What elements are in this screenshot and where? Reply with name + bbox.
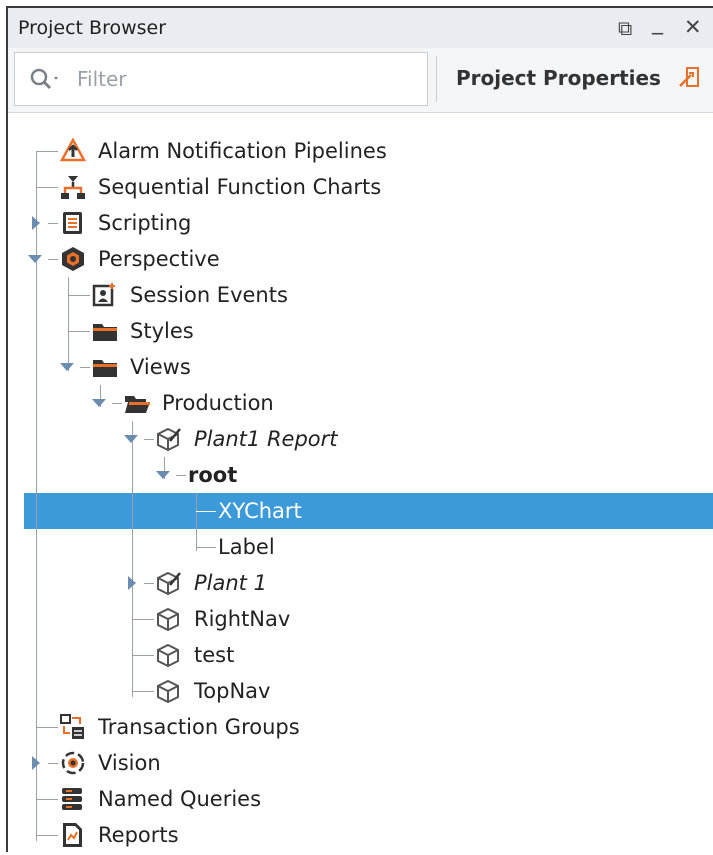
- tree-item-perspective[interactable]: Perspective: [98, 242, 220, 276]
- panel-titlebar: Project Browser ⧉ _ ✕: [8, 8, 713, 48]
- close-icon[interactable]: ✕: [684, 15, 702, 39]
- tree-line: [68, 295, 90, 296]
- expand-arrow-icon[interactable]: [128, 576, 136, 590]
- tree-line: [144, 439, 154, 440]
- tree-item-scripting[interactable]: Scripting: [98, 206, 191, 240]
- transaction-groups-icon: [60, 714, 84, 739]
- toolbar-divider: [436, 56, 437, 102]
- tree-line: [68, 331, 90, 332]
- filter-input[interactable]: Filter: [14, 52, 428, 106]
- view-edited-icon: [157, 427, 181, 452]
- view-edited-icon: [157, 571, 181, 596]
- tree-item-session-events[interactable]: Session Events: [130, 278, 288, 312]
- folder-icon: [93, 324, 117, 341]
- tree-line: [132, 691, 154, 692]
- panel-title: Project Browser: [18, 17, 167, 39]
- tree-line: [48, 223, 58, 224]
- collapse-arrow-icon[interactable]: [28, 255, 42, 263]
- tree-item-alarm-notification-pipelines[interactable]: Alarm Notification Pipelines: [98, 134, 387, 168]
- scripting-icon: [63, 212, 82, 234]
- tree-line: [68, 277, 69, 371]
- search-icon[interactable]: [29, 66, 63, 92]
- tree-item-label[interactable]: Label: [218, 530, 275, 564]
- expand-arrow-icon[interactable]: [32, 216, 40, 230]
- perspective-icon: [62, 247, 84, 271]
- reports-icon: [63, 823, 82, 847]
- collapse-arrow-icon[interactable]: [156, 471, 170, 479]
- project-properties-icon[interactable]: [678, 66, 702, 90]
- vision-icon: [61, 751, 85, 775]
- folder-icon: [93, 360, 117, 377]
- tree-line: [196, 547, 216, 548]
- view-icon: [157, 643, 179, 668]
- tree-line: [132, 655, 154, 656]
- panel-toolbar: Filter Project Properties: [8, 48, 713, 112]
- tree-item-plant1-report[interactable]: Plant1 Report: [194, 422, 338, 456]
- tree-line: [80, 367, 90, 368]
- project-properties-button[interactable]: Project Properties: [456, 66, 661, 90]
- tree-item-transaction-groups[interactable]: Transaction Groups: [98, 710, 300, 744]
- tree-line: [48, 259, 58, 260]
- tree-item-named-queries[interactable]: Named Queries: [98, 782, 261, 816]
- view-icon: [157, 607, 179, 632]
- tree-line: [48, 763, 58, 764]
- tree-item-sequential-function-charts[interactable]: Sequential Function Charts: [98, 170, 381, 204]
- tree-line: [144, 583, 154, 584]
- tree-item-topnav[interactable]: TopNav: [194, 674, 270, 708]
- tree-line: [112, 403, 122, 404]
- named-queries-icon: [62, 788, 82, 810]
- restore-icon[interactable]: ⧉: [618, 16, 632, 40]
- tree-item-reports[interactable]: Reports: [98, 818, 179, 852]
- expand-arrow-icon[interactable]: [32, 756, 40, 770]
- project-browser-panel: Project Browser ⧉ _ ✕ Filter Project Pro…: [6, 6, 713, 855]
- folder-open-icon: [125, 396, 150, 413]
- tree-item-vision[interactable]: Vision: [98, 746, 161, 780]
- tree-item-views[interactable]: Views: [130, 350, 191, 384]
- tree-item-xychart[interactable]: XYChart: [218, 494, 302, 528]
- selection-highlight: [24, 493, 713, 529]
- tree-line: [36, 799, 58, 800]
- collapse-arrow-icon[interactable]: [92, 399, 106, 407]
- sfc-icon: [61, 176, 85, 199]
- alarm-pipeline-icon: [60, 138, 86, 162]
- tree-line: [132, 619, 154, 620]
- tree-line: [36, 151, 58, 152]
- tree-line: [196, 511, 216, 512]
- project-tree: Alarm Notification Pipelines Sequential …: [8, 112, 713, 855]
- tree-item-styles[interactable]: Styles: [130, 314, 194, 348]
- tree-item-production[interactable]: Production: [162, 386, 274, 420]
- tree-item-rightnav[interactable]: RightNav: [194, 602, 290, 636]
- filter-placeholder: Filter: [77, 67, 127, 91]
- view-icon: [157, 679, 179, 704]
- tree-line: [36, 835, 58, 836]
- tree-line: [176, 475, 186, 476]
- tree-item-plant-1[interactable]: Plant 1: [194, 566, 267, 600]
- tree-item-test[interactable]: test: [194, 638, 234, 672]
- tree-item-root[interactable]: root: [188, 458, 237, 492]
- tree-line: [36, 187, 58, 188]
- tree-line: [196, 493, 197, 551]
- minimize-icon[interactable]: _: [652, 10, 663, 35]
- session-events-icon: [92, 283, 115, 307]
- tree-line: [36, 727, 58, 728]
- collapse-arrow-icon[interactable]: [124, 435, 138, 443]
- collapse-arrow-icon[interactable]: [60, 363, 74, 371]
